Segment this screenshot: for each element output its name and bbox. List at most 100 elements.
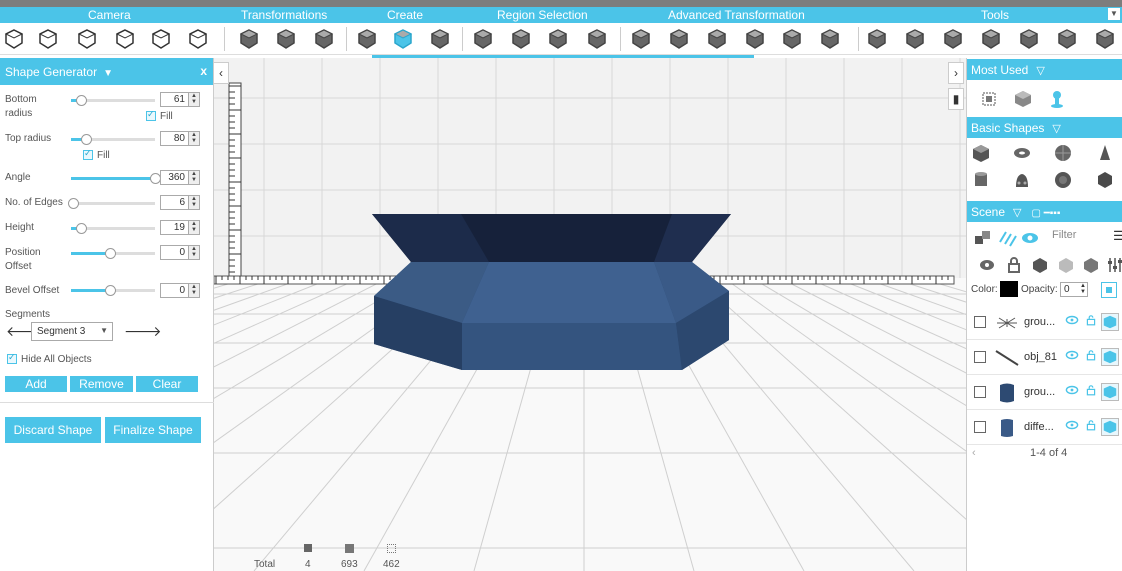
scene-object-row[interactable]: grou... [967,305,1122,340]
taper-icon[interactable] [744,28,766,50]
geosphere-shape-icon[interactable] [1053,170,1073,190]
shape-generator-header[interactable]: Shape Generator ▼ x [0,58,213,85]
tool-slice-icon[interactable] [1056,28,1078,50]
lock-icon[interactable] [1085,313,1097,327]
position-offset-slider[interactable] [71,248,155,259]
height-slider[interactable] [71,223,155,234]
scene-object-row[interactable]: grou... [967,375,1122,410]
polyhedron-shape-icon[interactable] [1095,170,1115,190]
lock-icon[interactable] [1085,418,1097,432]
cube-icon[interactable] [1101,418,1119,436]
tool-check-icon[interactable] [1094,28,1116,50]
filter-input[interactable]: Filter [1052,229,1104,247]
select-box-icon[interactable] [510,28,532,50]
focus-icon[interactable] [150,28,172,50]
torus-shape-icon[interactable] [1012,143,1032,163]
cube-icon[interactable] [1101,313,1119,331]
apply-color-button[interactable] [1101,282,1117,298]
view-toggle-icon[interactable]: ▮ [948,88,964,110]
bevel-offset-slider[interactable] [71,285,155,296]
scene-header[interactable]: Scene ▽ ▢ ━▪▪▪ [967,201,1122,222]
bend-icon[interactable] [819,28,841,50]
segment-select[interactable]: Segment 3 ▼ [31,322,113,341]
segment-next-icon[interactable]: 🡒 [124,323,162,340]
lock-icon[interactable] [1085,383,1097,397]
angle-input[interactable]: 360 ▲ ▼ [160,170,200,185]
most-used-header[interactable]: Most Used ▽ [967,59,1122,80]
subdivide-icon[interactable] [668,28,690,50]
group-objects-icon[interactable] [973,228,991,246]
cylinder-shape-icon[interactable] [971,170,991,190]
object-checkbox[interactable] [974,316,986,328]
dropdown-arrow-icon[interactable]: ▼ [103,68,113,79]
wireframe-filter-icon[interactable] [1056,255,1073,273]
category-tools[interactable]: Tools [981,8,1009,22]
remove-segment-button[interactable]: Remove [70,376,133,392]
select-region-icon[interactable] [472,28,494,50]
scene-object-row[interactable]: obj_81 [967,340,1122,375]
category-transformations[interactable]: Transformations [241,8,327,22]
pan-icon[interactable] [76,28,98,50]
hide-all-icon[interactable] [997,228,1017,247]
top-fill-checkbox[interactable] [83,148,93,160]
eye-icon[interactable] [1065,348,1079,362]
bottom-radius-input[interactable]: 61 ▲ ▼ [160,92,200,107]
solid-filter-icon[interactable] [1030,255,1047,273]
object-checkbox[interactable] [974,386,986,398]
3d-viewport[interactable]: ‹ › ▮ Total 4 693 462 [214,58,966,571]
category-advanced-transformation[interactable]: Advanced Transformation [668,8,805,22]
fit-icon[interactable] [187,28,209,50]
category-camera[interactable]: Camera [88,8,131,22]
cube-shape-icon[interactable] [971,143,991,163]
lock-icon[interactable] [1085,348,1097,362]
tool-merge-icon[interactable] [1018,28,1040,50]
collapse-toolbar-icon[interactable]: ▼ [1108,8,1120,20]
sphere-shape-icon[interactable] [1053,143,1073,163]
tool-cube-icon[interactable] [866,28,888,50]
cube-icon[interactable] [1101,383,1119,401]
settings-sliders-icon[interactable] [1105,255,1122,272]
cube-icon[interactable] [1013,89,1033,109]
eye-icon[interactable] [1065,383,1079,397]
category-create[interactable]: Create [387,8,423,22]
hide-all-checkbox[interactable] [7,352,17,364]
scene-object-row[interactable]: diffe... [967,410,1122,445]
bottom-radius-slider[interactable] [71,95,155,106]
create-box-icon[interactable] [356,28,378,50]
create-shape-icon[interactable] [392,28,414,50]
camera-view-icon[interactable] [3,28,25,50]
cone-shape-icon[interactable] [1095,143,1115,163]
object-checkbox[interactable] [974,351,986,363]
basic-shapes-header[interactable]: Basic Shapes ▽ [967,117,1122,138]
collapse-right-panel-icon[interactable]: › [948,62,964,84]
color-swatch[interactable] [1000,281,1018,297]
create-solid-icon[interactable] [429,28,451,50]
finalize-shape-button[interactable]: Finalize Shape [105,417,201,443]
clear-segments-button[interactable]: Clear [136,376,198,392]
scale-icon[interactable] [313,28,335,50]
eye-icon[interactable] [1065,418,1079,432]
discard-shape-button[interactable]: Discard Shape [5,417,101,443]
tool-group-icon[interactable] [942,28,964,50]
tool-sphere-icon[interactable] [980,28,1002,50]
bottom-fill-checkbox[interactable] [146,109,156,121]
close-icon[interactable]: x [200,64,207,78]
edges-slider[interactable] [67,198,155,209]
rotate-view-icon[interactable] [114,28,136,50]
collapse-left-panel-icon[interactable]: ‹ [214,62,229,84]
tool-copy-icon[interactable] [904,28,926,50]
eye-icon[interactable] [1065,313,1079,327]
prev-page-icon[interactable]: ‹ [972,447,976,459]
select-grid-icon[interactable] [586,28,608,50]
eye-icon[interactable] [1020,228,1038,246]
top-radius-input[interactable]: 80 ▲ ▼ [160,131,200,146]
edges-input[interactable]: 6 ▲ ▼ [160,195,200,210]
menu-icon[interactable]: ☰ [1113,228,1122,244]
hexagonal-shape[interactable] [372,214,731,370]
bounding-box-icon[interactable] [238,28,260,50]
position-offset-input[interactable]: 0 ▲ ▼ [160,245,200,260]
visibility-filter-icon[interactable] [977,255,994,271]
extrude-icon[interactable] [630,28,652,50]
height-input[interactable]: 19 ▲ ▼ [160,220,200,235]
material-filter-icon[interactable] [1081,255,1098,273]
